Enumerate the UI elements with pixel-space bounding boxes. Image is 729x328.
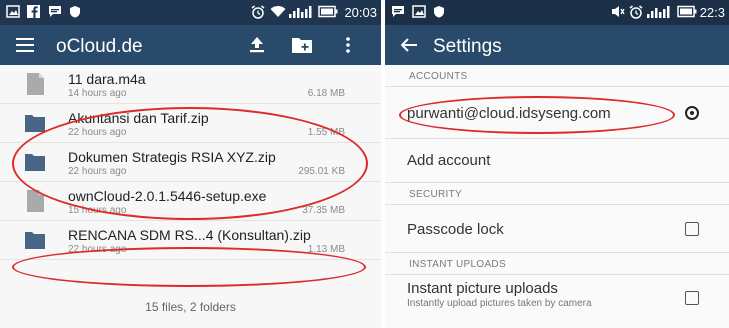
add-account-row[interactable]: Add account	[385, 139, 729, 183]
file-name: Dokumen Strategis RSIA XYZ.zip	[68, 149, 276, 165]
shield-icon	[434, 6, 444, 18]
account-row[interactable]: purwanti@cloud.idsyseng.com	[385, 87, 729, 139]
alarm-icon	[251, 5, 265, 19]
file-icon	[27, 190, 44, 212]
file-row[interactable]: Dokumen Strategis RSIA XYZ.zip 22 hours …	[0, 143, 381, 182]
file-icon	[27, 73, 44, 95]
file-name: 11 dara.m4a	[68, 71, 146, 87]
file-count-footer: 15 files, 2 folders	[145, 300, 236, 314]
new-folder-icon[interactable]	[292, 38, 312, 53]
file-size: 6.18 MB	[307, 88, 345, 99]
add-account-label: Add account	[407, 152, 491, 169]
shield-icon	[70, 6, 80, 18]
file-row[interactable]: Akuntansi dan Tarif.zip 22 hours ago 1.5…	[0, 104, 381, 143]
menu-icon[interactable]	[16, 38, 34, 52]
settings-screen: 22:3 Settings ACCOUNTS purwanti@cloud.id…	[385, 0, 729, 328]
file-time: 22 hours ago	[68, 166, 127, 177]
file-time: 15 hours ago	[68, 205, 127, 216]
account-radio[interactable]	[685, 106, 699, 120]
zip-archive-icon	[25, 232, 45, 249]
facebook-icon	[27, 5, 40, 18]
file-name: RENCANA SDM RS...4 (Konsultan).zip	[68, 227, 311, 243]
app-bar: Settings	[385, 25, 729, 65]
app-title: oCloud.de	[56, 36, 143, 57]
file-time: 14 hours ago	[68, 88, 127, 99]
wifi-icon	[270, 6, 286, 17]
section-header-security: SECURITY	[385, 183, 729, 205]
passcode-lock-label: Passcode lock	[407, 221, 504, 238]
section-header-accounts: ACCOUNTS	[385, 65, 729, 87]
file-row[interactable]: ownCloud-2.0.1.5446-setup.exe 15 hours a…	[0, 182, 381, 221]
app-bar: oCloud.de	[0, 25, 381, 65]
file-size: 37.35 MB	[302, 205, 345, 216]
file-name: ownCloud-2.0.1.5446-setup.exe	[68, 188, 267, 204]
upload-icon[interactable]	[250, 37, 264, 53]
chat-icon	[392, 6, 404, 17]
image-icon	[412, 5, 426, 18]
battery-icon	[318, 5, 338, 18]
instant-picture-uploads-checkbox[interactable]	[685, 291, 699, 305]
more-icon[interactable]	[346, 37, 350, 53]
owncloud-file-screen: 20:03 oCloud.de 11 dara.m4a 14 hours ago…	[0, 0, 381, 328]
app-title: Settings	[433, 36, 502, 57]
file-row[interactable]: RENCANA SDM RS...4 (Konsultan).zip 22 ho…	[0, 221, 381, 260]
instant-picture-uploads-row[interactable]: Instant picture uploads Instantly upload…	[385, 275, 729, 323]
passcode-lock-row[interactable]: Passcode lock	[385, 205, 729, 253]
file-list: 11 dara.m4a 14 hours ago 6.18 MB Akuntan…	[0, 65, 381, 260]
alarm-icon	[629, 5, 643, 19]
status-time: 22:3	[699, 5, 725, 20]
file-name: Akuntansi dan Tarif.zip	[68, 110, 209, 126]
account-email: purwanti@cloud.idsyseng.com	[407, 105, 611, 122]
file-size: 1.55 MB	[307, 127, 345, 138]
signal-icon	[647, 6, 670, 18]
instant-picture-uploads-label: Instant picture uploads	[407, 280, 558, 297]
section-header-instant-uploads: INSTANT UPLOADS	[385, 253, 729, 275]
back-arrow-icon[interactable]	[401, 38, 417, 52]
file-size: 1.13 MB	[307, 244, 345, 255]
status-bar: 22:3	[385, 0, 729, 25]
zip-archive-icon	[25, 154, 45, 171]
battery-icon	[677, 5, 697, 18]
settings-list: ACCOUNTS purwanti@cloud.idsyseng.com Add…	[385, 65, 729, 323]
chat-icon	[49, 6, 61, 17]
passcode-lock-checkbox[interactable]	[685, 222, 699, 236]
zip-archive-icon	[25, 115, 45, 132]
file-time: 22 hours ago	[68, 244, 127, 255]
status-bar: 20:03	[0, 0, 381, 25]
mute-icon	[612, 6, 625, 17]
file-size: 295.01 KB	[298, 166, 345, 177]
file-time: 22 hours ago	[68, 127, 127, 138]
instant-picture-uploads-sub: Instantly upload pictures taken by camer…	[407, 298, 592, 309]
file-row[interactable]: 11 dara.m4a 14 hours ago 6.18 MB	[0, 65, 381, 104]
signal-icon	[289, 6, 312, 18]
status-time: 20:03	[344, 5, 377, 20]
image-icon	[6, 5, 20, 18]
